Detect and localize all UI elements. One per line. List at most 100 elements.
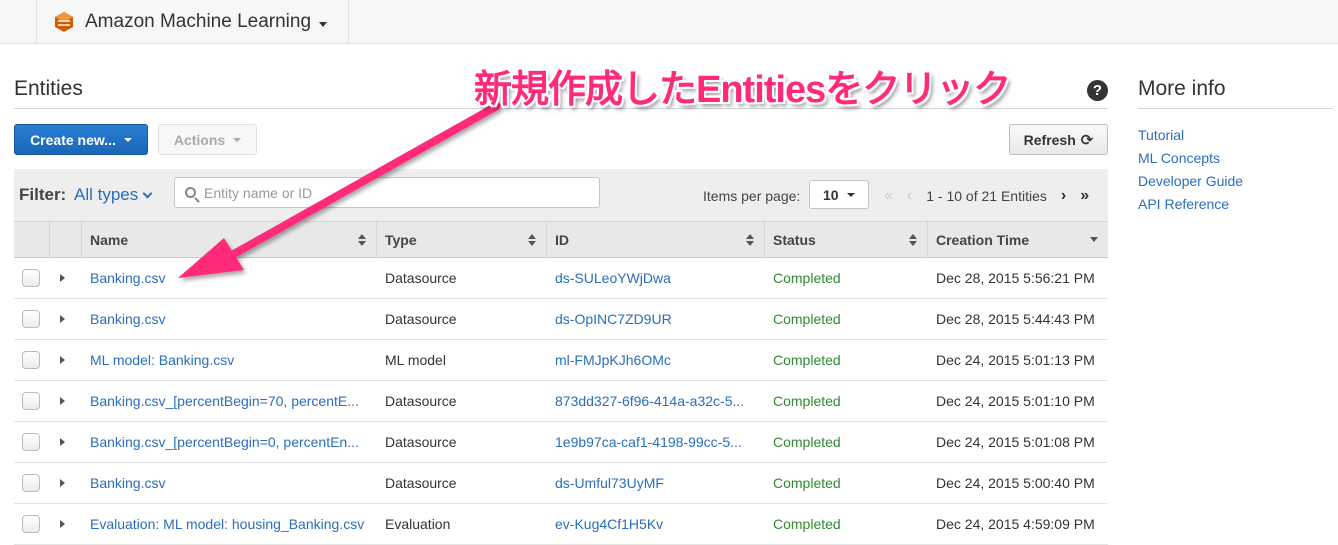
chevron-down-icon <box>142 188 153 199</box>
entity-creation-time: Dec 24, 2015 5:00:40 PM <box>936 475 1095 491</box>
create-new-label: Create new... <box>30 131 116 148</box>
entity-name-link[interactable]: ML model: Banking.csv <box>82 352 377 368</box>
more-info-divider <box>1138 108 1333 109</box>
actions-label: Actions <box>173 131 226 148</box>
entity-name-link[interactable]: Banking.csv_[percentBegin=0, percentEn..… <box>82 434 377 450</box>
next-page-icon[interactable]: › <box>1061 187 1066 205</box>
sort-icon <box>746 234 754 246</box>
entity-name-link[interactable]: Banking.csv <box>82 270 377 286</box>
entity-creation-time: Dec 24, 2015 5:01:13 PM <box>936 352 1095 368</box>
aws-ml-logo-icon <box>55 12 73 32</box>
annotation-callout: 新規作成したEntitiesをクリック <box>474 69 1011 111</box>
column-header-status[interactable]: Status <box>765 222 928 258</box>
entity-type: Datasource <box>385 270 457 286</box>
row-checkbox[interactable] <box>22 433 40 451</box>
column-header-label: ID <box>555 232 569 248</box>
expand-row-icon[interactable] <box>60 274 65 282</box>
entity-type: Datasource <box>385 393 457 409</box>
column-header-name[interactable]: Name <box>82 222 377 258</box>
entity-creation-time: Dec 24, 2015 5:01:10 PM <box>936 393 1095 409</box>
entity-creation-time: Dec 28, 2015 5:44:43 PM <box>936 311 1095 327</box>
chevron-down-icon <box>233 137 242 142</box>
entity-id-link[interactable]: ds-SULeoYWjDwa <box>547 270 765 286</box>
entity-type: Datasource <box>385 311 457 327</box>
refresh-label: Refresh <box>1023 131 1076 148</box>
entity-status: Completed <box>773 311 841 327</box>
ml-concepts-link[interactable]: ML Concepts <box>1138 150 1243 173</box>
row-checkbox[interactable] <box>22 310 40 328</box>
refresh-icon: ⟳ <box>1080 131 1094 149</box>
column-header-id[interactable]: ID <box>547 222 765 258</box>
row-checkbox[interactable] <box>22 351 40 369</box>
sort-icon <box>909 234 917 246</box>
api-reference-link[interactable]: API Reference <box>1138 196 1243 219</box>
entity-type: Evaluation <box>385 516 451 532</box>
sort-descending-icon <box>1090 237 1098 242</box>
table-row: Banking.csv_[percentBegin=0, percentEn..… <box>14 422 1108 463</box>
table-row: Evaluation: ML model: housing_Banking.cs… <box>14 504 1108 545</box>
entity-id-link[interactable]: 1e9b97ca-caf1-4198-99cc-5... <box>547 434 765 450</box>
chevron-down-icon <box>319 21 328 27</box>
more-info-links: Tutorial ML Concepts Developer Guide API… <box>1138 127 1243 219</box>
filter-type-dropdown[interactable]: All types <box>74 185 153 205</box>
entity-id-link[interactable]: ds-OpINC7ZD9UR <box>547 311 765 327</box>
expand-row-icon[interactable] <box>60 315 65 323</box>
column-header-label: Status <box>773 232 816 248</box>
last-page-icon[interactable]: » <box>1080 187 1089 205</box>
row-checkbox[interactable] <box>22 474 40 492</box>
expand-row-icon[interactable] <box>60 479 65 487</box>
table-row: Banking.csv Datasource ds-Umful73UyMF Co… <box>14 463 1108 504</box>
developer-guide-link[interactable]: Developer Guide <box>1138 173 1243 196</box>
entity-status: Completed <box>773 516 841 532</box>
search-icon <box>185 187 196 198</box>
entity-type: Datasource <box>385 434 457 450</box>
table-row: Banking.csv Datasource ds-SULeoYWjDwa Co… <box>14 258 1108 299</box>
expand-column-header <box>50 222 82 258</box>
entity-id-link[interactable]: ev-Kug4Cf1H5Kv <box>547 516 765 532</box>
service-name: Amazon Machine Learning <box>85 11 312 32</box>
entity-search-input[interactable] <box>204 184 584 201</box>
entity-name-link[interactable]: Banking.csv <box>82 475 377 491</box>
entity-name-link[interactable]: Evaluation: ML model: housing_Banking.cs… <box>82 516 377 532</box>
entity-id-link[interactable]: ml-FMJpKJh6OMc <box>547 352 765 368</box>
entity-creation-time: Dec 28, 2015 5:56:21 PM <box>936 270 1095 286</box>
sort-icon <box>358 234 366 246</box>
column-header-creation-time[interactable]: Creation Time <box>928 222 1108 258</box>
column-header-type[interactable]: Type <box>377 222 547 258</box>
entity-id-link[interactable]: ds-Umful73UyMF <box>547 475 765 491</box>
column-header-label: Name <box>90 232 129 248</box>
page-title: Entities <box>14 77 83 100</box>
first-page-icon[interactable]: « <box>884 187 893 205</box>
chevron-down-icon <box>123 137 132 142</box>
top-navigation-bar: Amazon Machine Learning <box>0 0 1338 44</box>
entity-type: ML model <box>385 352 446 368</box>
previous-page-icon[interactable]: ‹ <box>907 187 912 205</box>
expand-row-icon[interactable] <box>60 438 65 446</box>
items-per-page-value: 10 <box>823 186 839 203</box>
entities-table: Name Type ID Status Creation Time Bankin… <box>14 221 1108 545</box>
items-per-page-select[interactable]: 10 <box>809 180 869 209</box>
entity-status: Completed <box>773 475 841 491</box>
row-checkbox[interactable] <box>22 392 40 410</box>
entity-status: Completed <box>773 393 841 409</box>
pagination: « ‹ 1 - 10 of 21 Entities › » <box>884 187 1103 205</box>
refresh-button[interactable]: Refresh ⟳ <box>1009 124 1108 155</box>
search-field[interactable] <box>174 177 600 208</box>
table-row: Banking.csv Datasource ds-OpINC7ZD9UR Co… <box>14 299 1108 340</box>
create-new-button[interactable]: Create new... <box>14 124 148 155</box>
help-icon[interactable]: ? <box>1087 80 1108 101</box>
expand-row-icon[interactable] <box>60 520 65 528</box>
row-checkbox[interactable] <box>22 269 40 287</box>
entity-type: Datasource <box>385 475 457 491</box>
row-checkbox[interactable] <box>22 515 40 533</box>
entity-status: Completed <box>773 270 841 286</box>
expand-row-icon[interactable] <box>60 356 65 364</box>
select-column-header <box>14 222 50 258</box>
entity-id-link[interactable]: 873dd327-6f96-414a-a32c-5... <box>547 393 765 409</box>
tutorial-link[interactable]: Tutorial <box>1138 127 1243 150</box>
actions-button[interactable]: Actions <box>158 124 257 155</box>
entity-name-link[interactable]: Banking.csv <box>82 311 377 327</box>
entity-name-link[interactable]: Banking.csv_[percentBegin=70, percentE..… <box>82 393 377 409</box>
expand-row-icon[interactable] <box>60 397 65 405</box>
service-menu[interactable]: Amazon Machine Learning <box>36 0 349 44</box>
